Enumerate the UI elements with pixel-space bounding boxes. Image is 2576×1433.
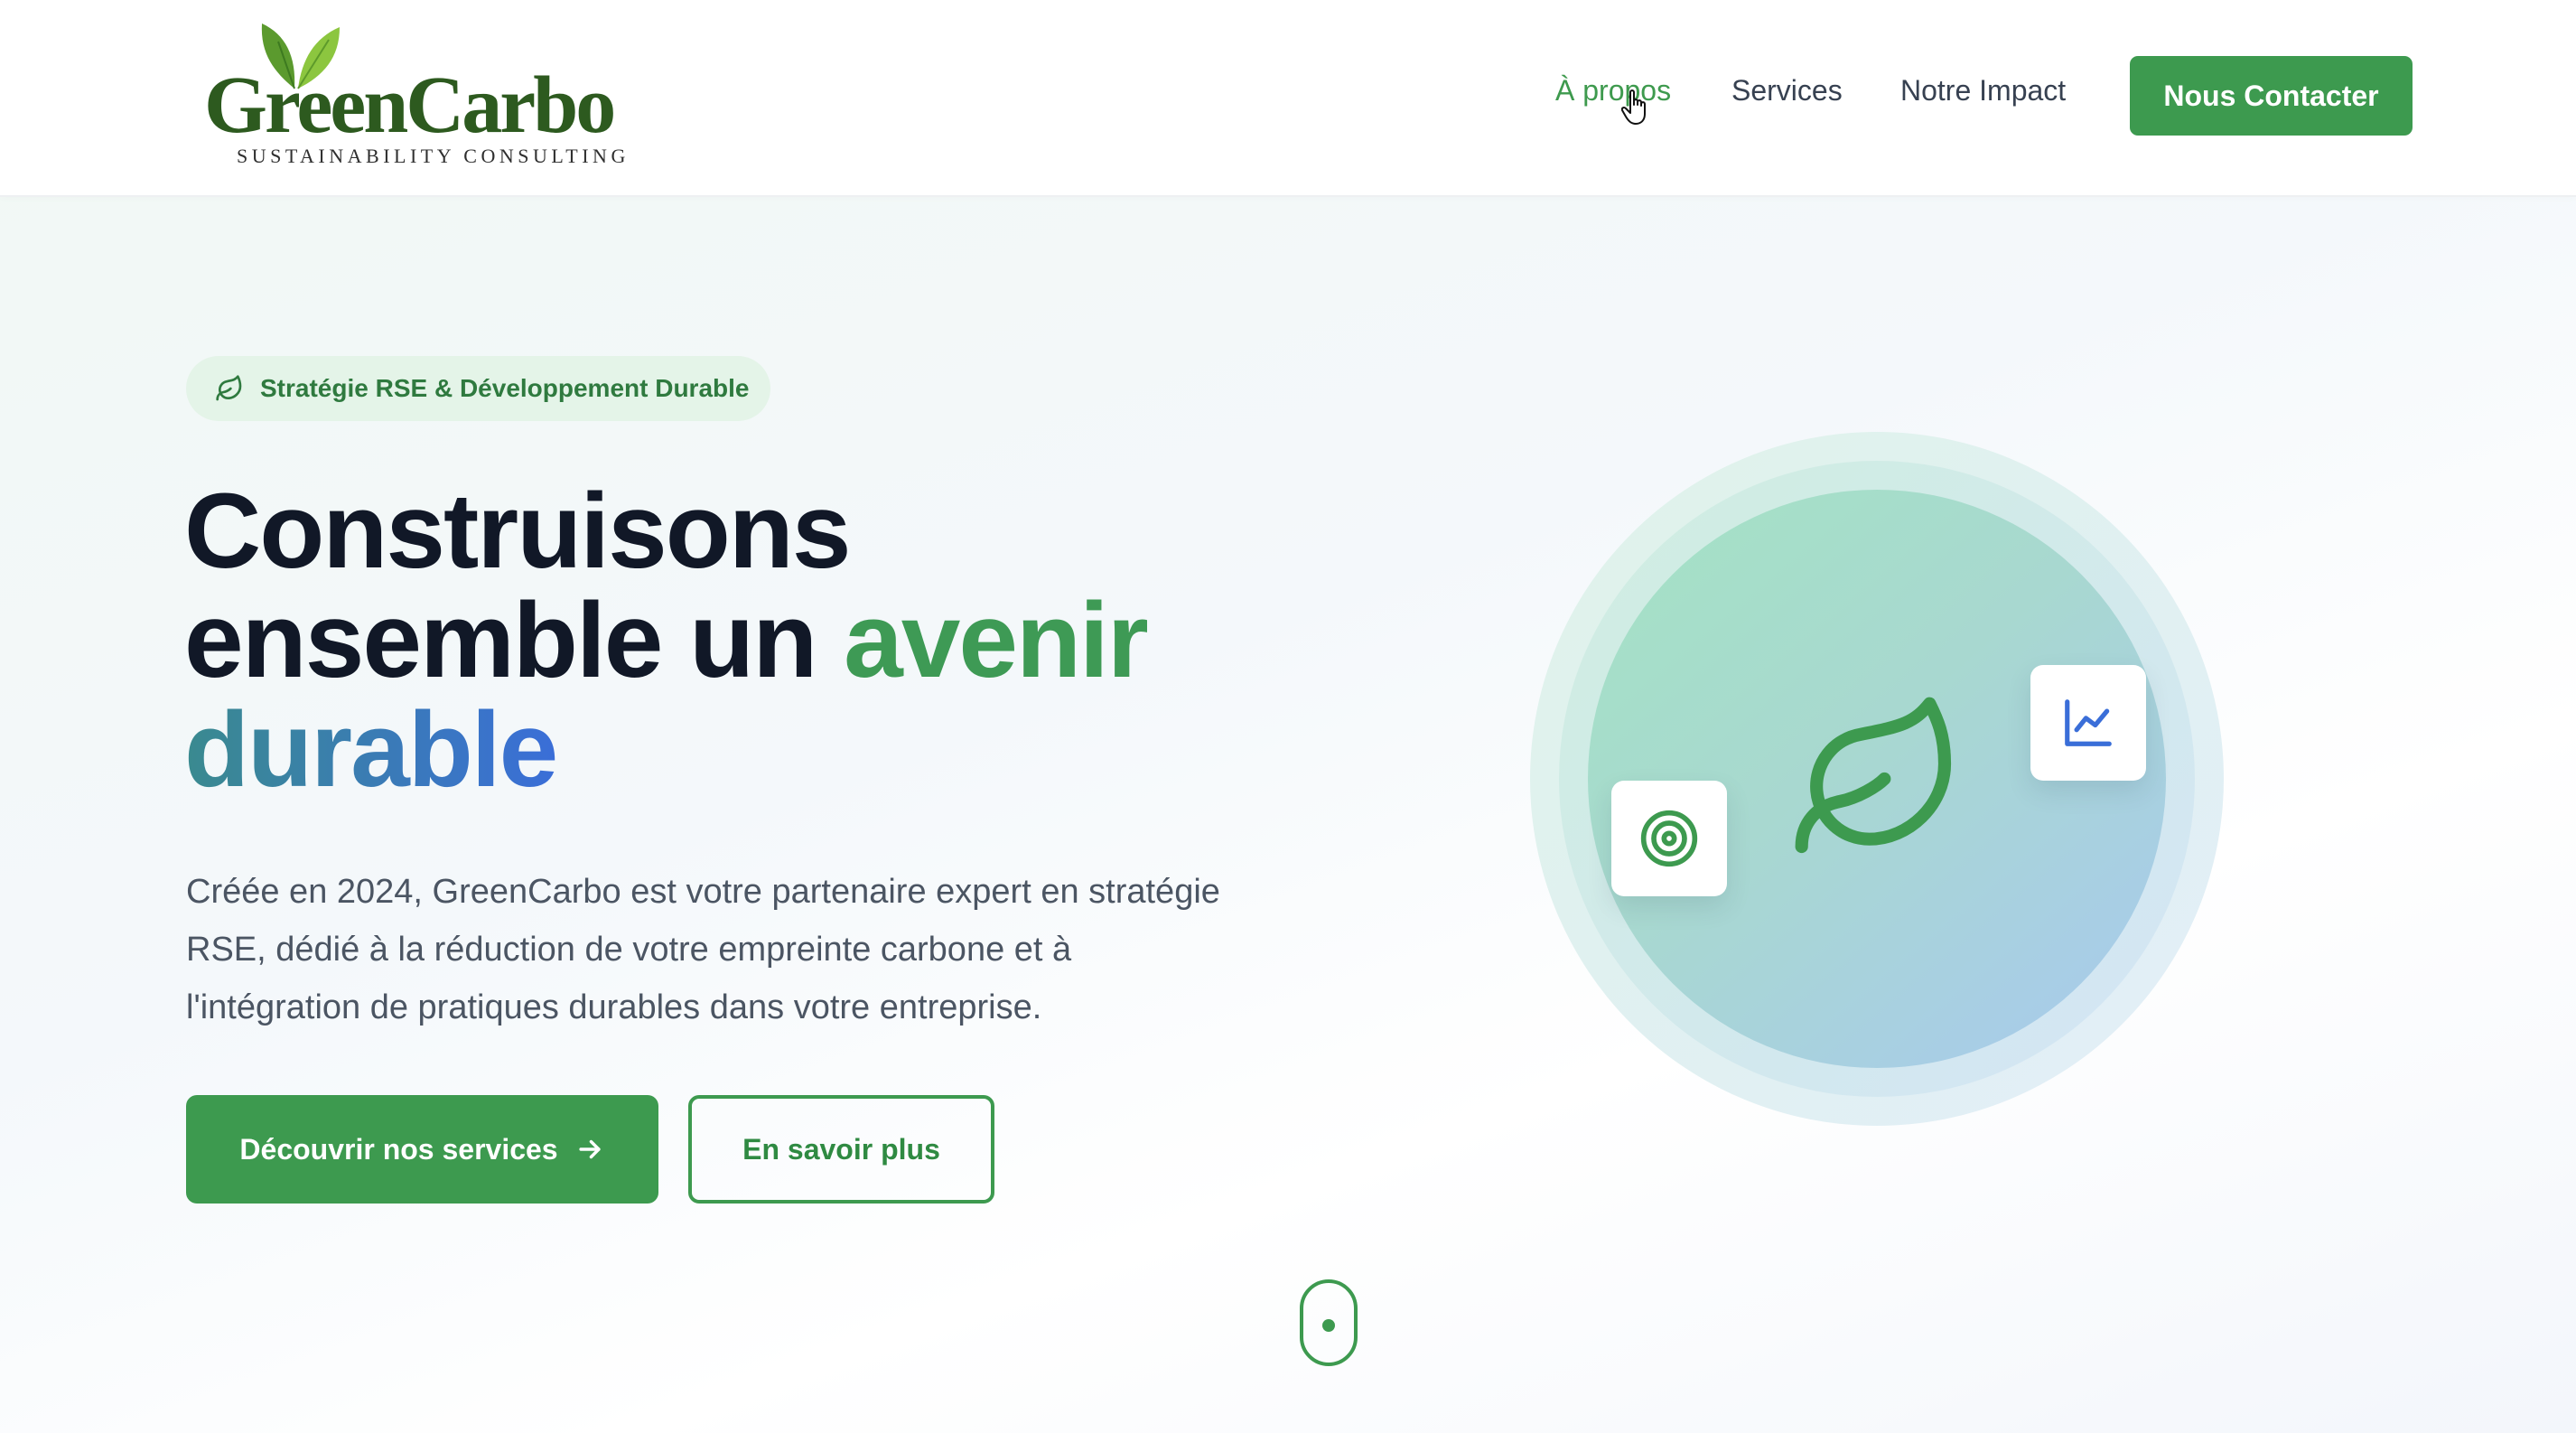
target-card xyxy=(1611,781,1727,896)
hero-description: Créée en 2024, GreenCarbo est votre part… xyxy=(186,873,1220,1026)
logo-tagline: SUSTAINABILITY CONSULTING xyxy=(237,145,630,167)
contact-button[interactable]: Nous Contacter xyxy=(2130,56,2413,136)
scroll-indicator[interactable] xyxy=(1300,1279,1358,1366)
leaf-icon xyxy=(1795,697,1952,854)
hero-headline: Construisons ensemble un avenir durable xyxy=(184,472,1149,805)
headline-line-3: durable xyxy=(184,696,1147,805)
scroll-indicator-dot xyxy=(1322,1319,1335,1332)
badge-label: Stratégie RSE & Développement Durable xyxy=(260,374,750,402)
discover-services-label: Découvrir nos services xyxy=(239,1132,558,1166)
headline-line-2-text: ensemble un xyxy=(184,581,845,700)
headline-line-2: ensemble un avenir xyxy=(184,586,1149,696)
site-header: GreenCarbo SUSTAINABILITY CONSULTING À p… xyxy=(0,0,2576,197)
discover-services-button[interactable]: Découvrir nos services xyxy=(186,1095,658,1204)
pointer-cursor-icon xyxy=(1621,89,1646,125)
category-badge: Stratégie RSE & Développement Durable xyxy=(186,356,770,421)
target-icon xyxy=(1640,810,1698,867)
logo[interactable]: GreenCarbo SUSTAINABILITY CONSULTING xyxy=(201,18,634,172)
chart-card xyxy=(2030,665,2146,781)
learn-more-button[interactable]: En savoir plus xyxy=(688,1095,994,1204)
line-chart-icon xyxy=(2065,699,2112,746)
leaf-icon xyxy=(216,375,242,401)
logo-wordmark: GreenCarbo xyxy=(204,61,616,150)
nav-a-propos[interactable]: À propos xyxy=(1555,74,1671,108)
nav-notre-impact[interactable]: Notre Impact xyxy=(1900,74,2066,108)
headline-line-1: Construisons xyxy=(184,472,851,591)
nav-services[interactable]: Services xyxy=(1731,74,1843,108)
headline-highlight-green: avenir xyxy=(844,581,1149,700)
arrow-right-icon xyxy=(578,1139,601,1159)
headline-highlight-gradient: durable xyxy=(184,690,558,810)
